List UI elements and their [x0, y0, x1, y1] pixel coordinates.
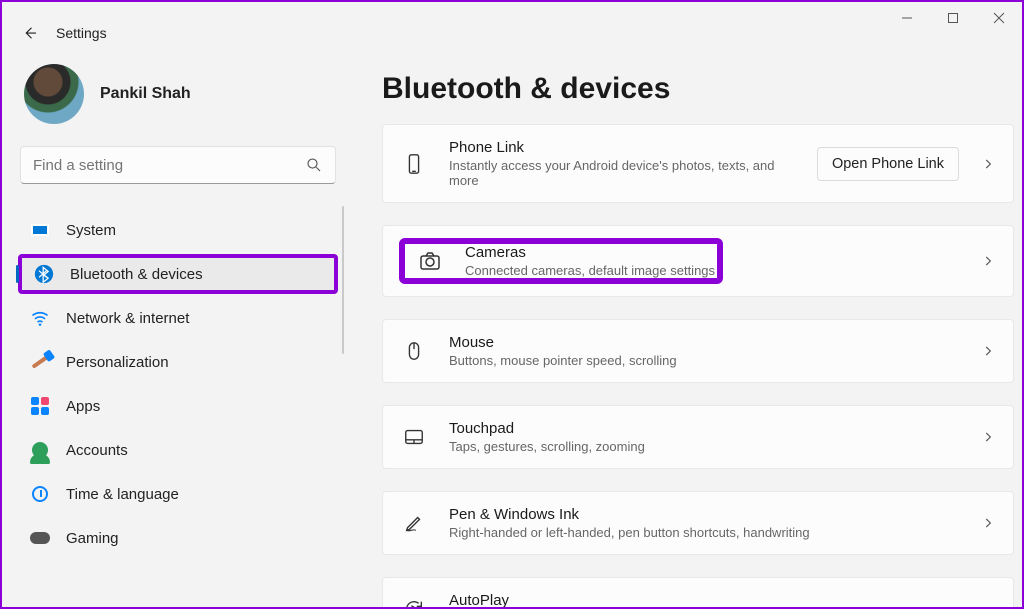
- mouse-icon: [401, 338, 427, 364]
- pen-icon: [401, 510, 427, 536]
- sidebar-item-label: Personalization: [66, 354, 169, 371]
- sidebar-item-label: Bluetooth & devices: [70, 266, 203, 283]
- sidebar-item-label: Time & language: [66, 486, 179, 503]
- minimize-icon: [901, 12, 913, 24]
- apps-icon: [30, 396, 50, 416]
- card-desc: Connected cameras, default image setting…: [465, 263, 715, 278]
- card-title: Mouse: [449, 334, 959, 351]
- card-cameras[interactable]: Cameras Connected cameras, default image…: [382, 225, 1014, 297]
- sidebar-item-label: Accounts: [66, 442, 128, 459]
- gamepad-icon: [30, 528, 50, 548]
- sidebar-item-gaming[interactable]: Gaming: [18, 518, 338, 558]
- card-phone-link[interactable]: Phone Link Instantly access your Android…: [382, 124, 1014, 203]
- card-desc: Taps, gestures, scrolling, zooming: [449, 439, 959, 454]
- window-close-button[interactable]: [976, 2, 1022, 34]
- monitor-icon: [30, 220, 50, 240]
- sidebar-item-personalization[interactable]: Personalization: [18, 342, 338, 382]
- sidebar-item-label: System: [66, 222, 116, 239]
- card-title: Cameras: [465, 244, 715, 261]
- close-icon: [993, 12, 1005, 24]
- card-title: Phone Link: [449, 139, 787, 156]
- profile-block[interactable]: Pankil Shah: [18, 50, 338, 142]
- person-icon: [30, 440, 50, 460]
- search-icon: [305, 156, 323, 174]
- app-header: Settings: [2, 16, 1022, 50]
- card-mouse[interactable]: Mouse Buttons, mouse pointer speed, scro…: [382, 319, 1014, 383]
- card-title: AutoPlay: [449, 592, 959, 607]
- main-panel: Bluetooth & devices Phone Link Instantly…: [354, 50, 1022, 607]
- phone-icon: [401, 151, 427, 177]
- sidebar-item-network[interactable]: Network & internet: [18, 298, 338, 338]
- sidebar-item-accounts[interactable]: Accounts: [18, 430, 338, 470]
- user-name: Pankil Shah: [100, 85, 191, 103]
- chevron-right-icon: [981, 344, 995, 358]
- sidebar-item-apps[interactable]: Apps: [18, 386, 338, 426]
- card-desc: Buttons, mouse pointer speed, scrolling: [449, 353, 959, 368]
- camera-icon: [417, 248, 443, 274]
- window-maximize-button[interactable]: [930, 2, 976, 34]
- sidebar-item-time-language[interactable]: Time & language: [18, 474, 338, 514]
- clock-globe-icon: [30, 484, 50, 504]
- nav-selection-indicator: [16, 265, 19, 283]
- sidebar-item-label: Apps: [66, 398, 100, 415]
- nav-list: System Bluetooth & devices Network & int…: [18, 206, 338, 562]
- card-touchpad[interactable]: Touchpad Taps, gestures, scrolling, zoom…: [382, 405, 1014, 469]
- card-title: Touchpad: [449, 420, 959, 437]
- card-title: Pen & Windows Ink: [449, 506, 959, 523]
- chevron-right-icon: [981, 430, 995, 444]
- paintbrush-icon: [30, 352, 50, 372]
- touchpad-icon: [401, 424, 427, 450]
- card-desc: Right-handed or left-handed, pen button …: [449, 525, 959, 540]
- card-autoplay[interactable]: AutoPlay Defaults for removable drives a…: [382, 577, 1014, 607]
- highlight-cameras: Cameras Connected cameras, default image…: [401, 240, 721, 282]
- open-phone-link-button[interactable]: Open Phone Link: [817, 147, 959, 181]
- sidebar-item-label: Network & internet: [66, 310, 189, 327]
- card-desc: Instantly access your Android device's p…: [449, 158, 787, 188]
- nav-scrollbar[interactable]: [342, 206, 344, 354]
- card-pen-ink[interactable]: Pen & Windows Ink Right-handed or left-h…: [382, 491, 1014, 555]
- bluetooth-icon: [34, 264, 54, 284]
- sidebar-item-label: Gaming: [66, 530, 119, 547]
- autoplay-icon: [401, 596, 427, 607]
- chevron-right-icon: [981, 516, 995, 530]
- avatar: [24, 64, 84, 124]
- back-button[interactable]: [18, 21, 42, 45]
- app-title: Settings: [56, 25, 107, 41]
- page-title: Bluetooth & devices: [382, 50, 1014, 124]
- sidebar-item-bluetooth-devices[interactable]: Bluetooth & devices: [18, 254, 338, 294]
- search-input[interactable]: [33, 157, 305, 174]
- chevron-right-icon: [981, 254, 995, 268]
- maximize-icon: [947, 12, 959, 24]
- sidebar-item-system[interactable]: System: [18, 210, 338, 250]
- search-box[interactable]: [20, 146, 336, 184]
- sidebar: Pankil Shah System Bluetooth & devices: [2, 50, 354, 607]
- wifi-icon: [30, 308, 50, 328]
- chevron-right-icon: [981, 157, 995, 171]
- arrow-left-icon: [21, 24, 39, 42]
- window-minimize-button[interactable]: [884, 2, 930, 34]
